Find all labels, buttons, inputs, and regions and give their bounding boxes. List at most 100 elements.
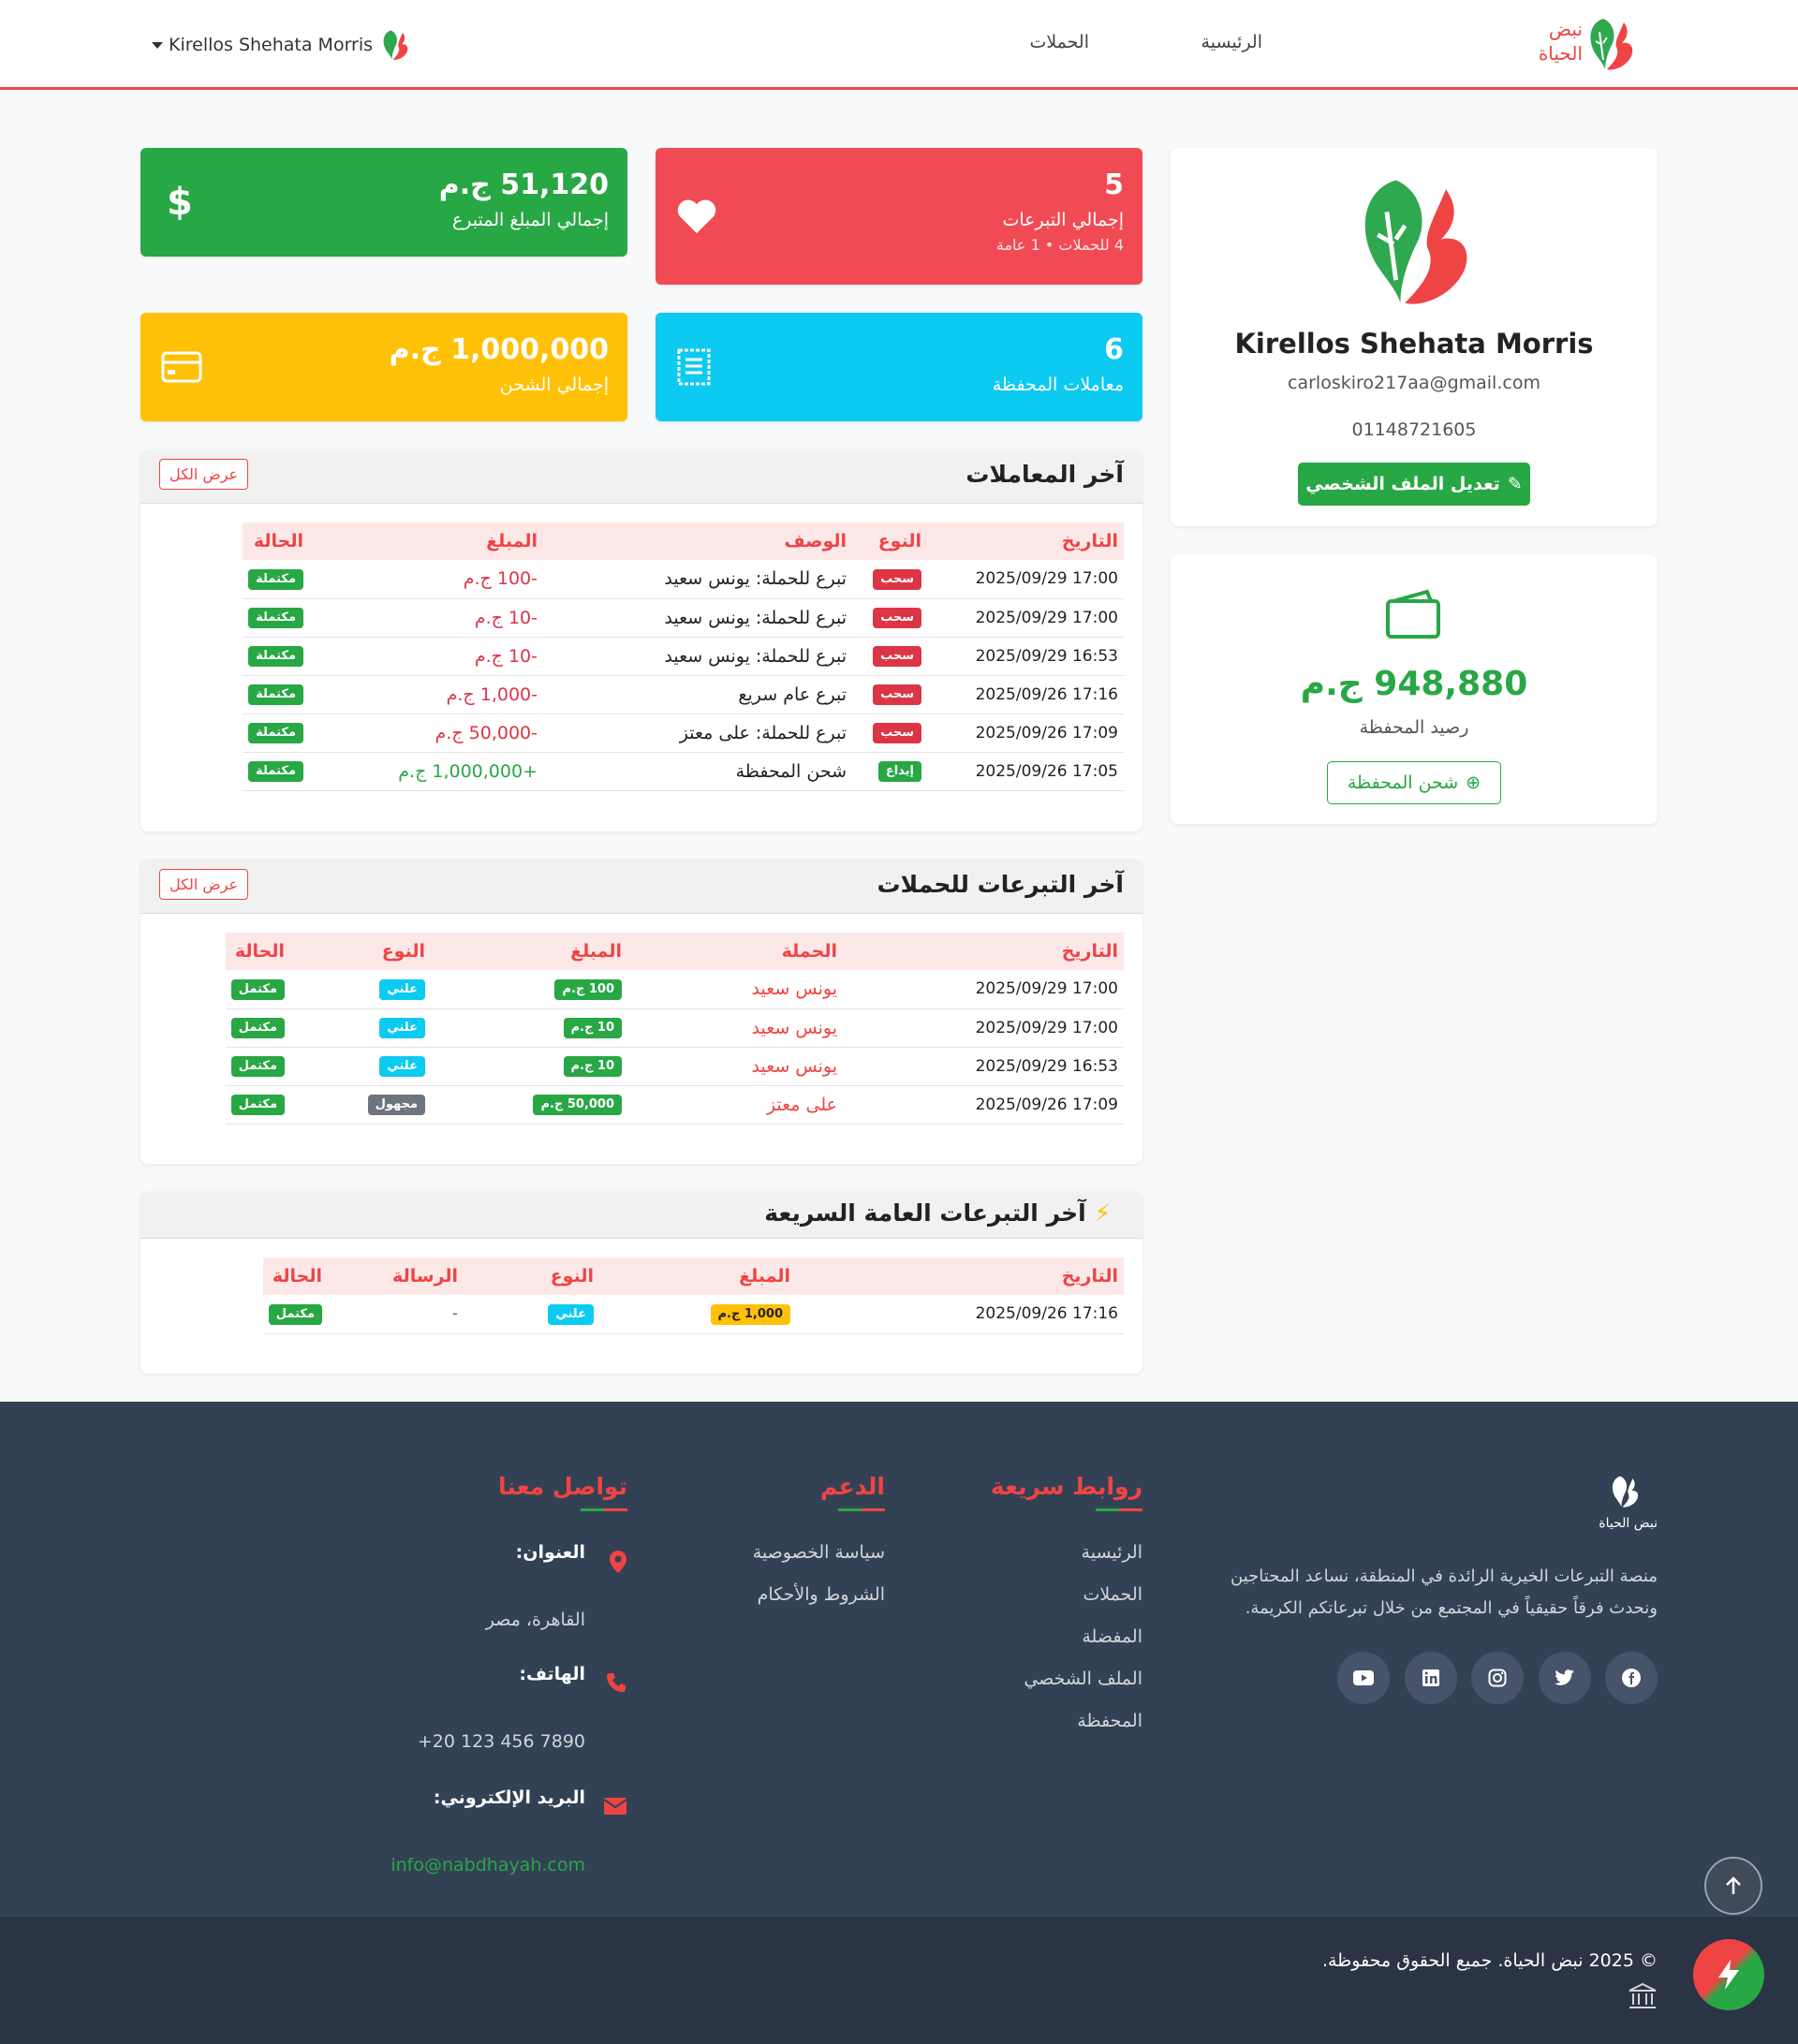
brand-name: نبض الحياة (1508, 17, 1583, 66)
table-row: 2025/09/29 17:00 سحب تبرع للحملة: يونس سعي… (243, 598, 1124, 638)
cell-type: سحب (852, 560, 927, 599)
type-badge: إيداع (877, 761, 921, 782)
facebook-icon[interactable] (1605, 1652, 1658, 1704)
footer-link-terms[interactable]: الشروط والأحكام (758, 1584, 885, 1605)
cell-date: 2025/09/26 17:16 (927, 675, 1124, 714)
cell-type: سحب (852, 675, 927, 714)
cell-campaign-link[interactable]: يونس سعيد (627, 1008, 843, 1048)
status-badge: مكتمل (230, 978, 285, 1000)
charge-wallet-label: شحن المحفظة (1347, 772, 1459, 793)
nav-link-campaigns[interactable]: الحملات (1029, 32, 1089, 52)
status-badge: مكتملة (248, 723, 303, 743)
user-name: Kirellos Shehata Morris (169, 35, 374, 55)
wallet-label: رصيد المحفظة (1359, 717, 1469, 738)
cell-amount: 10 ج.م (431, 1008, 627, 1048)
type-badge: سحب (873, 646, 921, 667)
cell-amount: -1,000 ج.م (309, 675, 543, 714)
footer-link-favorites[interactable]: المفضلة (1082, 1626, 1142, 1647)
footer-link-home[interactable]: الرئيسية (1082, 1542, 1142, 1563)
cell-status: مكتمل (225, 1047, 290, 1086)
footer-link-profile[interactable]: الملف الشخصي (1024, 1669, 1142, 1689)
cell-type: سحب (852, 637, 927, 676)
th-status: الحالة (262, 1257, 328, 1295)
cell-status: مكتملة (243, 752, 309, 791)
twitter-icon[interactable] (1539, 1652, 1591, 1704)
campaign-donations-table: التاريخ الحملة المبلغ النوع الحالة 2025/… (225, 933, 1124, 1125)
cell-status: مكتملة (243, 675, 309, 714)
instagram-icon[interactable] (1471, 1652, 1524, 1704)
quick-donate-button[interactable] (1693, 1939, 1764, 2010)
table-row: 2025/09/29 16:53 يونس سعيد 10 ج.م علني مكتمل (225, 1047, 1124, 1086)
cell-status: مكتملة (243, 637, 309, 676)
stat-donations-sub: 4 للحملات • 1 عامة (995, 236, 1124, 254)
th-amount: المبلغ (599, 1257, 796, 1295)
cell-date: 2025/09/26 17:16 (796, 1295, 1124, 1334)
cell-amount: +1,000,000 ج.م (309, 752, 543, 791)
cell-type: سحب (852, 598, 927, 638)
quick-links-underline (1096, 1508, 1142, 1511)
table-row: 2025/09/26 17:16 1,000 ج.م علني - مكتمل (262, 1295, 1124, 1334)
campaign-donations-title: آخر التبرعات للحملات (877, 871, 1124, 898)
nav-link-home[interactable]: الرئيسية (1201, 32, 1262, 52)
footer-link-campaigns[interactable]: الحملات (1083, 1584, 1142, 1605)
table-row: 2025/09/26 17:16 سحب تبرع عام سريع -1,000 ج… (243, 675, 1124, 714)
th-message: الرسالة (328, 1257, 464, 1295)
cell-date: 2025/09/29 17:00 (927, 560, 1124, 599)
th-type: النوع (852, 522, 927, 560)
scroll-top-button[interactable] (1704, 1857, 1762, 1915)
wallet-card: 948,880 ج.م رصيد المحفظة ⊕ شحن المحفظة (1171, 554, 1658, 824)
credit-card-icon (161, 351, 202, 383)
transactions-table: التاريخ النوع الوصف المبلغ الحالة 2025/0… (243, 522, 1124, 791)
cell-amount: 100 ج.م (431, 970, 627, 1009)
profile-card: Kirellos Shehata Morris carloskiro217aa@… (1171, 148, 1658, 526)
campaign-donations-header: آخر التبرعات للحملات عرض الكل (140, 860, 1142, 914)
type-badge: علني (379, 978, 425, 1000)
campaign-donations-view-all-button[interactable]: عرض الكل (159, 869, 249, 900)
brand-logo[interactable]: نبض الحياة (1508, 13, 1639, 75)
footer-link-wallet[interactable]: المحفظة (1077, 1711, 1142, 1731)
charge-wallet-button[interactable]: ⊕ شحن المحفظة (1327, 761, 1501, 804)
transactions-view-all-button[interactable]: عرض الكل (159, 459, 249, 490)
cell-campaign-link[interactable]: يونس سعيد (627, 970, 843, 1009)
stat-wallet-tx-value: 6 (1104, 333, 1124, 366)
address-value: القاهرة، مصر (485, 1610, 585, 1630)
amount-badge: 50,000 ج.م (533, 1095, 622, 1115)
edit-profile-button[interactable]: ✎ تعديل الملف الشخصي (1298, 463, 1530, 506)
email-value[interactable]: info@nabdhayah.com (391, 1855, 585, 1875)
stat-donations-label: إجمالي التبرعات (1002, 210, 1125, 230)
status-badge: مكتملة (248, 608, 303, 628)
cell-type: علني (290, 1047, 431, 1086)
cell-date: 2025/09/26 17:09 (843, 1085, 1124, 1125)
cell-campaign-link[interactable]: على معتز (627, 1085, 843, 1125)
table-row: 2025/09/26 17:09 على معتز 50,000 ج.م مجهول م… (225, 1085, 1124, 1125)
th-type: النوع (464, 1257, 599, 1295)
brand-line2: الحياة (1538, 42, 1583, 65)
th-amount: المبلغ (431, 933, 627, 970)
youtube-icon[interactable] (1337, 1652, 1390, 1704)
th-campaign: الحملة (627, 933, 843, 970)
footer-logo-icon (1612, 1476, 1639, 1507)
stat-donations-card: 5 إجمالي التبرعات 4 للحملات • 1 عامة (656, 148, 1142, 285)
wallet-icon (1386, 589, 1440, 639)
linkedin-icon[interactable] (1405, 1652, 1457, 1704)
wallet-balance: 948,880 ج.م (1300, 665, 1528, 703)
footer-link-privacy[interactable]: سياسة الخصوصية (753, 1542, 885, 1563)
cell-desc: تبرع للحملة: على معتز (543, 713, 852, 753)
cell-date: 2025/09/26 17:09 (927, 713, 1124, 753)
user-menu[interactable]: Kirellos Shehata Morris (152, 26, 412, 64)
receipt-icon (677, 348, 711, 386)
cell-campaign-link[interactable]: يونس سعيد (627, 1047, 843, 1086)
quick-donations-card: ⚡ آخر التبرعات العامة السريعة التاريخ ال… (140, 1192, 1142, 1374)
quick-donations-table: التاريخ المبلغ النوع الرسالة الحالة 2025… (262, 1257, 1124, 1334)
profile-phone: 01148721605 (1351, 419, 1477, 440)
table-row: 2025/09/29 16:53 سحب تبرع للحملة: يونس سعي… (243, 637, 1124, 676)
cell-status: مكتملة (243, 713, 309, 753)
cell-status: مكتمل (225, 1008, 290, 1048)
status-badge: مكتمل (230, 1018, 285, 1038)
type-badge: سحب (873, 723, 921, 743)
status-badge: مكتمل (230, 1095, 285, 1115)
cell-status: مكتملة (243, 598, 309, 638)
heart-icon (677, 199, 716, 234)
table-row: 2025/09/26 17:05 إيداع شحن المحفظة +1,000,0… (243, 752, 1124, 791)
quick-donations-header: ⚡ آخر التبرعات العامة السريعة (140, 1192, 1142, 1239)
